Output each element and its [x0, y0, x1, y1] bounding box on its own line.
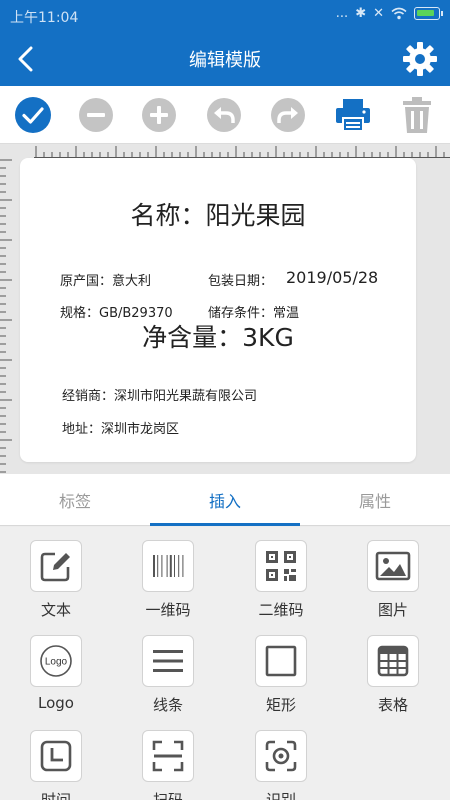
print-button[interactable] [333, 95, 373, 135]
title-bar: 编辑模版 [0, 32, 450, 86]
insert-text-item[interactable]: 文本 [0, 527, 112, 622]
ruler-vertical [0, 159, 12, 473]
label-card[interactable]: 名称：阳光果园 原产国：意大利 包装日期： 2019/05/28 规格：GB/B… [20, 158, 416, 462]
insert-recognize-box [255, 730, 307, 782]
label-name-text[interactable]: 名称：阳光果园 [20, 196, 416, 232]
insert-barcode-box [142, 540, 194, 592]
table-icon [377, 645, 409, 677]
tab-label[interactable]: 标签 [0, 474, 150, 526]
lines-icon [153, 650, 183, 672]
status-bar: 上午11:04 ... ✱ ✕ [0, 0, 450, 32]
insert-barcode-item[interactable]: 一维码 [112, 527, 224, 622]
label-address-text[interactable]: 地址：深圳市龙岗区 [62, 418, 179, 437]
insert-logo-label: Logo [38, 694, 74, 712]
qrcode-icon [266, 551, 296, 581]
image-icon [375, 551, 411, 581]
status-time: 上午11:04 [10, 10, 79, 26]
svg-text:Logo: Logo [45, 657, 68, 668]
insert-recognize-item[interactable]: 识别 [225, 717, 337, 800]
battery-icon [414, 7, 443, 20]
redo-button[interactable] [268, 95, 308, 135]
label-origin-text[interactable]: 原产国：意大利 [60, 270, 151, 289]
insert-scan-box [142, 730, 194, 782]
tab-insert[interactable]: 插入 [150, 474, 300, 526]
insert-table-box [367, 635, 419, 687]
insert-text-box [30, 540, 82, 592]
label-pack-date-label[interactable]: 包装日期： [208, 270, 273, 289]
insert-table-label: 表格 [377, 696, 408, 714]
bluetooth-icon: ✱ [355, 6, 367, 21]
insert-recognize-label: 识别 [265, 791, 296, 800]
plus-icon [142, 98, 176, 132]
insert-rectangle-item[interactable]: 矩形 [225, 622, 337, 717]
zoom-in-button[interactable] [139, 95, 179, 135]
insert-line-box [142, 635, 194, 687]
clock-icon [40, 740, 72, 772]
label-net-weight-text[interactable]: 净含量：3KG [20, 318, 416, 354]
edit-toolbar [0, 86, 450, 144]
zoom-out-button[interactable] [76, 95, 116, 135]
insert-scan-item[interactable]: 扫码 [112, 717, 224, 800]
insert-time-item[interactable]: 时间 [0, 717, 112, 800]
delete-button[interactable] [397, 95, 437, 135]
label-pack-date-value[interactable]: 2019/05/28 [286, 268, 378, 287]
insert-scan-label: 扫码 [152, 791, 183, 800]
wifi-icon [391, 7, 407, 20]
text-edit-icon [40, 552, 70, 582]
label-dealer-text[interactable]: 经销商：深圳市阳光果蔬有限公司 [62, 385, 257, 404]
label-canvas[interactable]: 名称：阳光果园 原产国：意大利 包装日期： 2019/05/28 规格：GB/B… [0, 144, 450, 474]
insert-table-item[interactable]: 表格 [337, 622, 449, 717]
signal-dots-icon: ... [335, 6, 349, 21]
print-icon [336, 99, 370, 132]
insert-logo-item[interactable]: Logo Logo [0, 622, 112, 717]
undo-button[interactable] [204, 95, 244, 135]
rectangle-icon [265, 645, 297, 677]
insert-text-label: 文本 [40, 601, 71, 619]
insert-image-box [367, 540, 419, 592]
logo-icon: Logo [40, 645, 72, 677]
check-icon [15, 97, 51, 133]
recognize-icon [265, 740, 297, 772]
insert-line-item[interactable]: 线条 [112, 622, 224, 717]
insert-rectangle-box [255, 635, 307, 687]
insert-qrcode-label: 二维码 [258, 601, 304, 619]
barcode-icon [153, 555, 184, 577]
gear-icon [403, 42, 437, 76]
confirm-button[interactable] [13, 95, 53, 135]
mute-icon: ✕ [373, 6, 384, 21]
settings-button[interactable] [400, 39, 440, 79]
undo-icon [207, 98, 241, 132]
ruler-horizontal [34, 146, 450, 158]
redo-icon [271, 98, 305, 132]
insert-time-box [30, 730, 82, 782]
trash-icon [403, 97, 431, 133]
insert-time-label: 时间 [40, 791, 71, 800]
insert-line-label: 线条 [152, 696, 183, 714]
insert-rectangle-label: 矩形 [265, 696, 296, 714]
insert-image-label: 图片 [377, 601, 408, 619]
tab-active-indicator [150, 523, 300, 526]
status-icons: ... ✱ ✕ [335, 6, 443, 21]
tab-properties[interactable]: 属性 [300, 474, 450, 526]
insert-qrcode-box [255, 540, 307, 592]
bottom-tabs: 标签 插入 属性 [0, 474, 450, 526]
scan-icon [152, 740, 184, 772]
page-title: 编辑模版 [189, 50, 261, 71]
minus-icon [79, 98, 113, 132]
insert-image-item[interactable]: 图片 [337, 527, 449, 622]
insert-grid: 文本 一维码 二维码 图片 Logo Logo 线条 矩形 表格 时间 扫码 识… [0, 527, 450, 800]
insert-logo-box: Logo [30, 635, 82, 687]
insert-barcode-label: 一维码 [145, 601, 191, 619]
insert-qrcode-item[interactable]: 二维码 [225, 527, 337, 622]
